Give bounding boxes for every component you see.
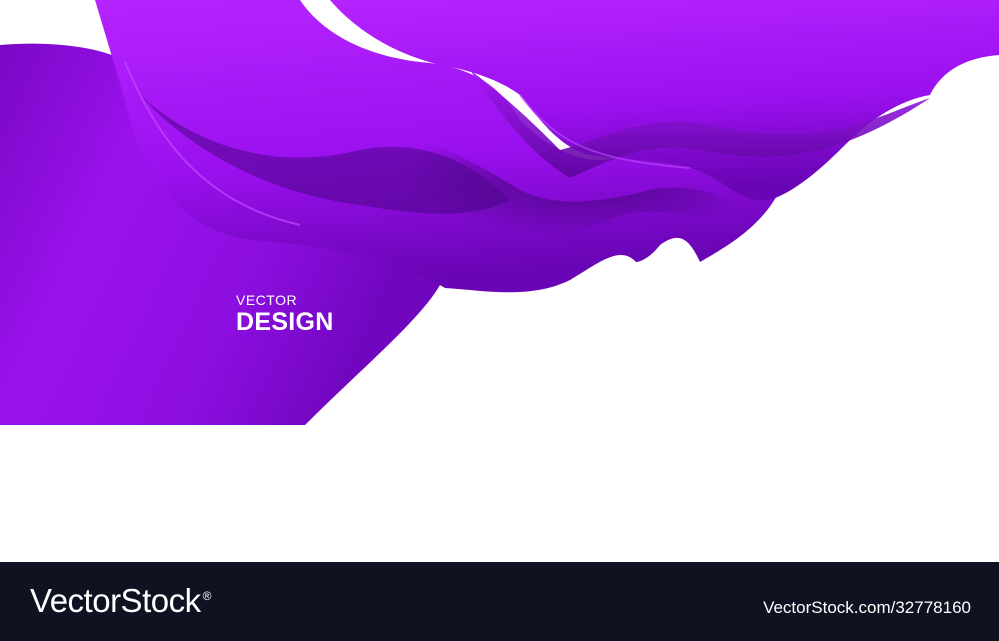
registered-mark-icon: ®	[202, 589, 212, 603]
caption-design: DESIGN	[236, 308, 334, 336]
image-id-link[interactable]: VectorStock.com/32778160	[763, 598, 971, 618]
brand-logo[interactable]: VectorStock ®	[30, 582, 211, 620]
brand-name: VectorStock	[30, 582, 201, 619]
watermark-footer: VectorStock ® VectorStock.com/32778160	[0, 562, 999, 641]
purple-fabric-illustration	[0, 0, 999, 425]
artwork-caption: VECTOR DESIGN	[236, 292, 334, 336]
artwork-area: VECTOR DESIGN	[0, 0, 999, 562]
caption-vector: VECTOR	[236, 292, 298, 308]
